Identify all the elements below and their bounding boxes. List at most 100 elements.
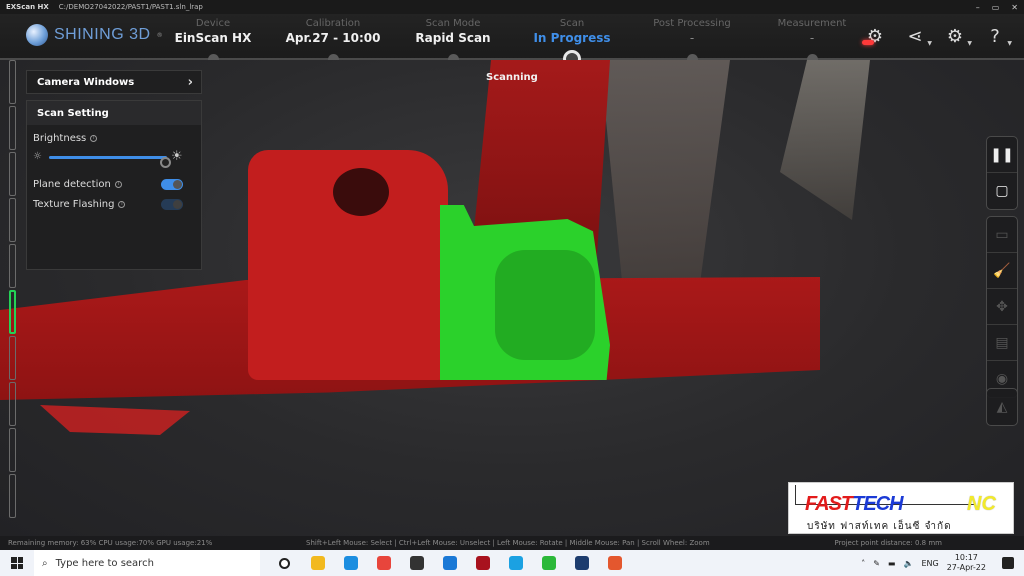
live-scan-shade	[495, 250, 595, 360]
scan-setting-header: Scan Setting	[27, 101, 201, 125]
step-label: Scan	[559, 18, 585, 29]
chrome-icon	[376, 556, 391, 570]
clock[interactable]: 10:17 27-Apr-22	[947, 553, 986, 573]
pause-icon[interactable]: ❚❚	[987, 137, 1017, 173]
taskbar-app-office[interactable]	[598, 550, 631, 576]
scan-panel: Camera Windows › Scan Setting Brightness…	[26, 70, 202, 270]
workflow-step-scan-mode[interactable]: Scan Mode Rapid Scan	[393, 18, 513, 46]
chevron-up-icon[interactable]: ˄	[861, 559, 865, 568]
shining3d-icon	[574, 556, 589, 570]
maximize-button[interactable]: ▭	[992, 3, 1000, 12]
clean-icon[interactable]: 🧹	[987, 253, 1017, 289]
workflow-step-device[interactable]: Device EinScan HX	[153, 18, 273, 46]
search-icon: ⌕	[42, 557, 48, 569]
notification-icon[interactable]	[1002, 557, 1014, 569]
system-usage-text: Remaining memory: 63% CPU usage:70% GPU …	[8, 539, 213, 547]
taskbar-app-chrome[interactable]	[367, 550, 400, 576]
taskbar-app-mail[interactable]	[433, 550, 466, 576]
clock-date: 27-Apr-22	[946, 563, 986, 572]
exscan-window: EXScan HX C:/DEMO27042022/PAST1/PAST1.sl…	[0, 0, 1024, 576]
taskbar-app-skype[interactable]	[499, 550, 532, 576]
windows-icon	[11, 557, 23, 569]
step-label: Scan Mode	[425, 18, 481, 29]
brightness-slider-track[interactable]	[49, 156, 171, 168]
scanning-status-label: Scanning	[486, 72, 538, 83]
logo-fast-text: FAST	[805, 493, 853, 515]
stop-icon[interactable]: ▢	[987, 173, 1017, 209]
skype-icon	[508, 556, 523, 570]
brightness-high-icon: ☀	[171, 149, 183, 164]
start-button[interactable]	[0, 550, 34, 576]
point-distance-text: Project point distance: 0.8 mm	[834, 539, 943, 547]
taskbar-app-line[interactable]	[532, 550, 565, 576]
scan-control-toolbar: ❚❚ ▢	[986, 136, 1018, 210]
record-icon[interactable]: ⚙	[862, 24, 888, 48]
window-icon[interactable]: ▭	[987, 217, 1017, 253]
title-bar: EXScan HX C:/DEMO27042022/PAST1/PAST1.sl…	[0, 0, 1024, 14]
workflow-step-measurement[interactable]: Measurement -	[752, 18, 872, 46]
battery-icon[interactable]: ▬	[888, 559, 896, 568]
network-icon[interactable]: ✎	[873, 559, 880, 568]
texture-flashing-label: Texture Flashing	[33, 198, 115, 210]
distance-segment	[9, 474, 16, 518]
share-icon[interactable]: ⋖ ▼	[902, 24, 932, 48]
taskbar-app-exscan[interactable]	[466, 550, 499, 576]
step-value: -	[689, 31, 695, 45]
taskbar-app-shining3d[interactable]	[565, 550, 598, 576]
scan-distance-indicator	[9, 60, 17, 520]
workflow-step-post-processing[interactable]: Post Processing -	[632, 18, 752, 46]
taskbar-app-store[interactable]	[400, 550, 433, 576]
point-cloud-red-drip	[40, 405, 190, 435]
workflow-header: SHINING 3D ® Device EinScan HX Calibration A…	[0, 14, 1024, 68]
plane-detection-toggle[interactable]	[161, 178, 183, 190]
minimize-button[interactable]: –	[976, 3, 980, 12]
distance-segment	[9, 290, 16, 334]
taskbar-app-file-explorer[interactable]	[301, 550, 334, 576]
edit-toolbar: ▭ 🧹 ✥ ▤ ◉	[986, 216, 1018, 398]
taskbar-apps	[268, 550, 631, 576]
mesh-icon[interactable]: ◭	[987, 389, 1017, 425]
help-icon[interactable]: ? ▼	[982, 24, 1012, 48]
taskbar-app-cortana[interactable]	[268, 550, 301, 576]
texture-flashing-toggle[interactable]	[161, 198, 183, 210]
info-icon[interactable]: i	[118, 200, 126, 208]
exscan-icon	[475, 556, 490, 570]
fasttech-watermark-logo: FASTTECH NC บริษัท ฟาสท์เทค เอ็นซี จำกัด	[788, 482, 1014, 534]
distance-segment	[9, 198, 16, 242]
step-value: Apr.27 - 10:00	[285, 31, 381, 45]
settings-icon[interactable]: ⚙ ▼	[942, 24, 972, 48]
language-indicator[interactable]: ENG	[921, 559, 938, 568]
cortana-icon	[279, 557, 290, 569]
step-label: Post Processing	[653, 18, 731, 29]
office-icon	[607, 556, 622, 570]
taskbar-app-edge[interactable]	[334, 550, 367, 576]
close-button[interactable]: ✕	[1011, 3, 1018, 12]
file-explorer-icon	[310, 556, 325, 570]
project-path: C:/DEMO27042022/PAST1/PAST1.sln_lrap	[58, 3, 203, 11]
brightness-slider[interactable]: ☼ ☀	[27, 149, 201, 168]
volume-icon[interactable]: 🔈	[903, 559, 913, 568]
workflow-step-scan[interactable]: Scan In Progress	[512, 18, 632, 46]
save-icon[interactable]: ▤	[987, 325, 1017, 361]
distance-segment	[9, 336, 16, 380]
info-icon[interactable]: i	[114, 180, 122, 188]
step-value: -	[809, 31, 815, 45]
distance-segment	[9, 382, 16, 426]
distance-segment	[9, 428, 16, 472]
info-icon[interactable]: i	[90, 135, 98, 142]
step-value: Rapid Scan	[415, 31, 491, 45]
logo-tech-text: TECH	[852, 493, 903, 515]
distance-segment	[9, 106, 16, 150]
status-bar: Remaining memory: 63% CPU usage:70% GPU …	[0, 536, 1024, 550]
workflow-step-calibration[interactable]: Calibration Apr.27 - 10:00	[273, 18, 393, 46]
step-value: In Progress	[533, 31, 611, 45]
step-label: Device	[195, 18, 231, 29]
puzzle-icon[interactable]: ✥	[987, 289, 1017, 325]
chevron-right-icon: ›	[187, 74, 193, 90]
brightness-slider-thumb[interactable]	[159, 157, 171, 168]
plane-detection-label: Plane detection	[33, 178, 111, 190]
step-label: Calibration	[305, 18, 361, 29]
app-name: EXScan HX	[6, 3, 49, 11]
camera-windows-button[interactable]: Camera Windows ›	[26, 70, 202, 94]
taskbar-search-box[interactable]: ⌕ Type here to search	[34, 550, 260, 576]
